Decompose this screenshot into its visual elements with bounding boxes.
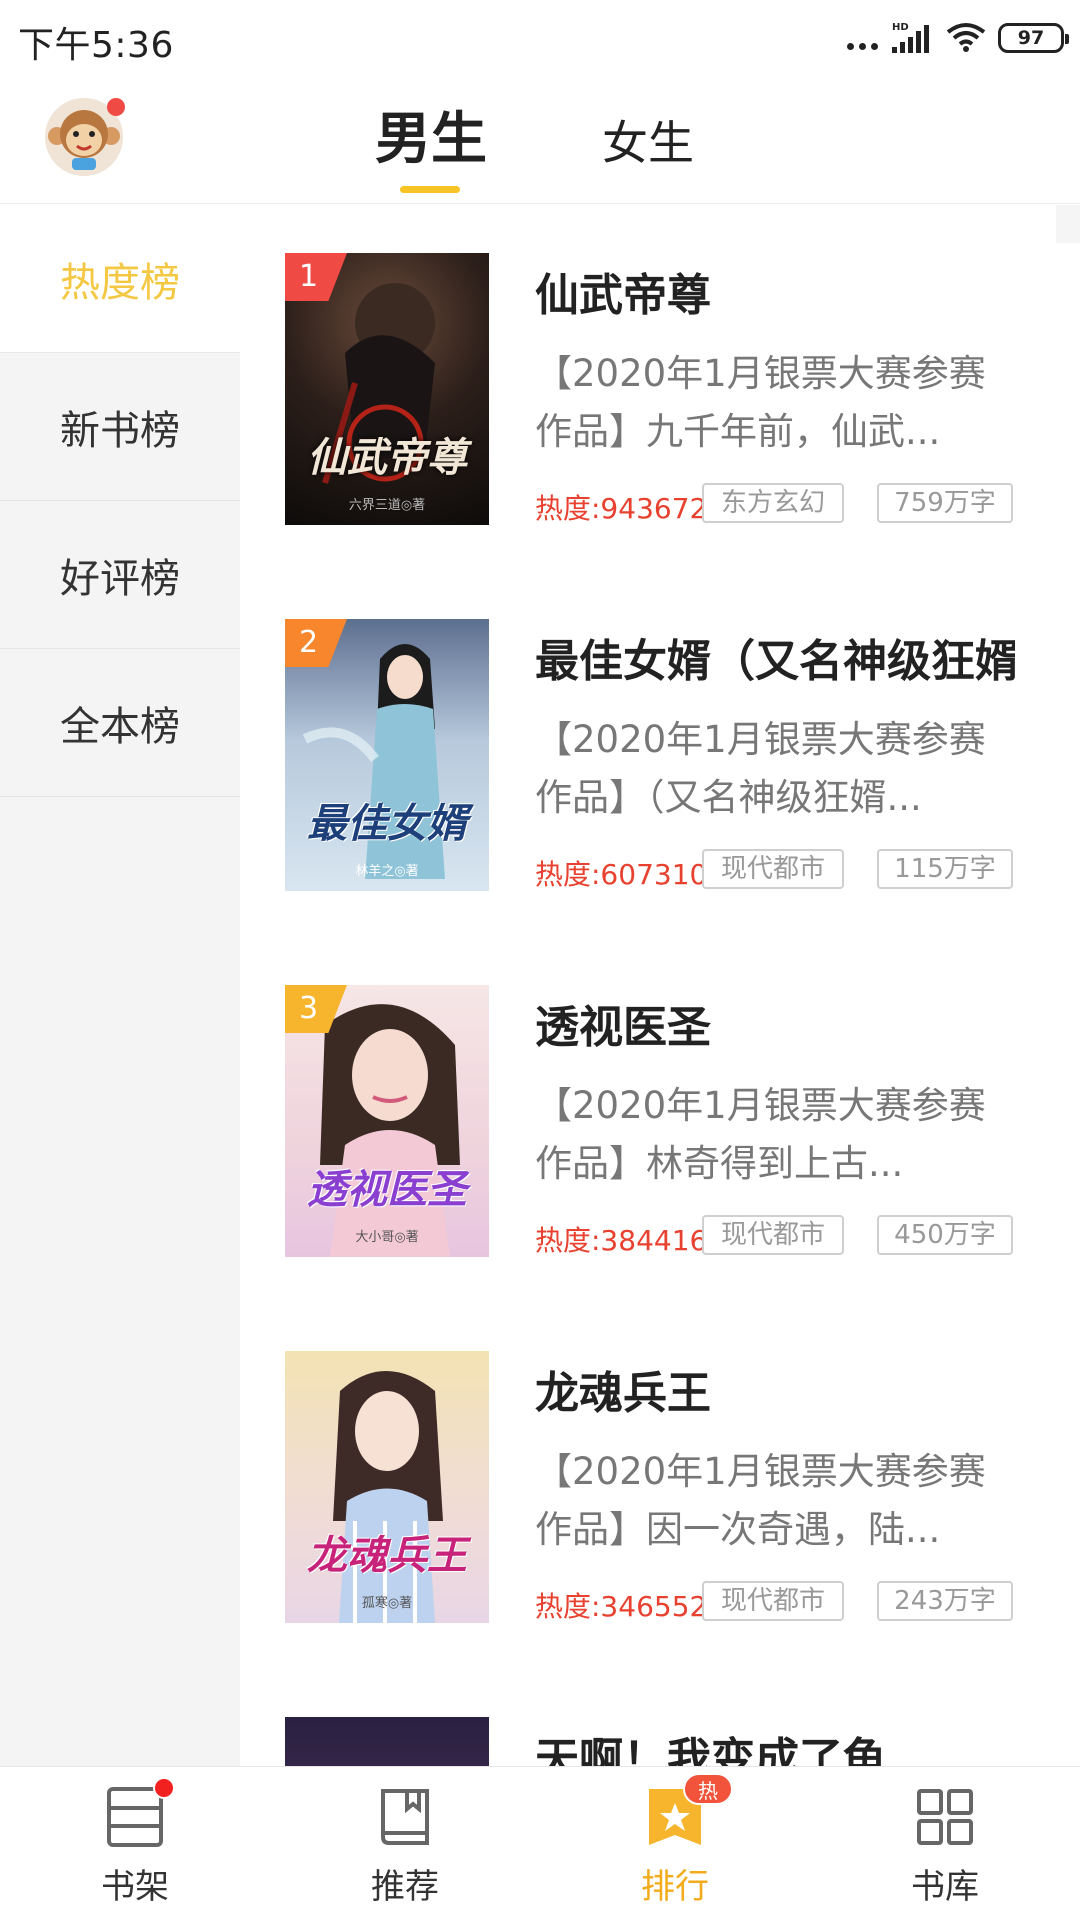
cover-author: 大小哥◎著 — [355, 1230, 419, 1245]
nav-label-recommend: 推荐 — [371, 1867, 439, 1907]
tab-male[interactable]: 男生 — [375, 94, 487, 175]
list-item[interactable]: 2 最佳女婿 林羊之◎著 最佳女婿（又名神级狂婿） 【2020年1月银票大赛参赛… — [285, 619, 1055, 891]
more-dots-icon — [847, 26, 878, 50]
nav-bookshelf[interactable]: 书架 — [0, 1767, 270, 1920]
avatar[interactable] — [45, 98, 125, 176]
heat-value: 热度:943672 — [535, 492, 708, 525]
book-meta: 热度:346552 现代都市 243万字 — [535, 1581, 1035, 1623]
book-icon — [373, 1783, 437, 1849]
nav-label-library: 书库 — [911, 1867, 979, 1907]
cover-title: 仙武帝尊 — [307, 435, 467, 481]
battery-icon: 97 — [998, 23, 1069, 53]
heat-value: 热度:607310 — [535, 858, 708, 891]
genre-tag[interactable]: 东方玄幻 — [702, 483, 844, 523]
battery-level: 97 — [1017, 27, 1045, 49]
cover-art-girl — [333, 1371, 443, 1623]
notification-dot — [107, 98, 125, 116]
book-cover[interactable]: 3 透视医圣 大小哥◎著 — [285, 985, 489, 1257]
book-title[interactable]: 最佳女婿（又名神级狂婿） — [535, 625, 1015, 689]
sidebar-item-rated[interactable]: 好评榜 — [0, 501, 240, 649]
nav-ranking[interactable]: 热 排行 — [540, 1767, 810, 1920]
book-meta: 热度:384416 现代都市 450万字 — [535, 1215, 1035, 1257]
cell-signal-icon: HD — [892, 22, 929, 53]
status-icons: HD 97 — [847, 18, 1069, 58]
nav-label-bookshelf: 书架 — [101, 1867, 169, 1907]
bottom-nav: 书架 推荐 热 排行 书库 — [0, 1766, 1080, 1920]
nav-library[interactable]: 书库 — [810, 1767, 1080, 1920]
list-item[interactable]: 3 透视医圣 大小哥◎著 透视医圣 【2020年1月银票大赛参赛作品】林奇得到上… — [285, 985, 1055, 1257]
word-count-tag: 243万字 — [877, 1581, 1013, 1621]
list-item[interactable]: 龙魂兵王 孤寒◎著 龙魂兵王 【2020年1月银票大赛参赛作品】因一次奇遇，陆.… — [285, 1351, 1055, 1623]
cover-author: 孤寒◎著 — [361, 1596, 413, 1611]
ranking-star-icon: 热 — [643, 1773, 733, 1849]
status-bar: 下午5:36 HD 97 — [0, 0, 1080, 80]
book-title[interactable]: 透视医圣 — [535, 991, 1015, 1055]
word-count-tag: 115万字 — [877, 849, 1013, 889]
status-time: 下午5:36 — [18, 25, 174, 66]
heat-value: 热度:346552 — [535, 1590, 708, 1623]
heat-value: 热度:384416 — [535, 1224, 708, 1257]
cover-title: 龙魂兵王 — [307, 1533, 467, 1579]
book-description: 【2020年1月银票大赛参赛作品】九千年前，仙武... — [535, 352, 986, 453]
book-meta: 热度:943672 东方玄幻 759万字 — [535, 483, 1035, 525]
list-item[interactable]: 1 仙武帝尊 六界三道◎著 仙武帝尊 【2020年1月银票大赛参赛作品】九千年前… — [285, 253, 1055, 525]
book-title[interactable]: 天啊！我变成了龟 — [535, 1723, 1015, 1766]
list-item[interactable]: 天啊！我变成了龟 — [285, 1717, 1055, 1766]
cover-author: 六界三道◎著 — [348, 498, 426, 513]
active-tab-indicator — [400, 186, 460, 193]
book-cover[interactable]: 1 仙武帝尊 六界三道◎著 — [285, 253, 489, 525]
genre-tag[interactable]: 现代都市 — [702, 1215, 844, 1255]
tab-female[interactable]: 女生 — [602, 107, 694, 173]
top-header: 男生 女生 — [0, 80, 1080, 204]
cover-title: 透视医圣 — [307, 1167, 467, 1213]
book-title[interactable]: 仙武帝尊 — [535, 259, 1015, 323]
genre-tag[interactable]: 现代都市 — [702, 1581, 844, 1621]
book-cover[interactable]: 龙魂兵王 孤寒◎著 — [285, 1351, 489, 1623]
book-description: 【2020年1月银票大赛参赛作品】林奇得到上古... — [535, 1084, 986, 1185]
book-title[interactable]: 龙魂兵王 — [535, 1357, 1015, 1421]
wifi-icon — [946, 23, 986, 52]
svg-text:HD: HD — [892, 22, 909, 33]
book-cover[interactable] — [285, 1717, 489, 1766]
book-meta: 热度:607310 现代都市 115万字 — [535, 849, 1035, 891]
book-description: 【2020年1月银票大赛参赛作品】因一次奇遇，陆... — [535, 1450, 986, 1551]
cover-title: 最佳女婿 — [307, 801, 467, 847]
cover-author: 林羊之◎著 — [355, 864, 419, 879]
bookshelf-badge-dot — [153, 1777, 175, 1799]
bookshelf-icon — [103, 1777, 175, 1849]
sidebar-item-complete[interactable]: 全本榜 — [0, 649, 240, 797]
grid-icon — [913, 1783, 977, 1849]
ranking-sidebar: 热度榜 新书榜 好评榜 全本榜 — [0, 205, 240, 1766]
book-list[interactable]: 1 仙武帝尊 六界三道◎著 仙武帝尊 【2020年1月银票大赛参赛作品】九千年前… — [240, 205, 1080, 1766]
scrollbar — [1056, 205, 1080, 243]
book-cover[interactable]: 2 最佳女婿 林羊之◎著 — [285, 619, 489, 891]
word-count-tag: 450万字 — [877, 1215, 1013, 1255]
nav-recommend[interactable]: 推荐 — [270, 1767, 540, 1920]
nav-label-ranking: 排行 — [641, 1867, 709, 1907]
hot-badge: 热 — [683, 1773, 733, 1805]
word-count-tag: 759万字 — [877, 483, 1013, 523]
sidebar-item-new[interactable]: 新书榜 — [0, 353, 240, 501]
sidebar-item-hot[interactable]: 热度榜 — [0, 205, 240, 353]
genre-tag[interactable]: 现代都市 — [702, 849, 844, 889]
book-description: 【2020年1月银票大赛参赛作品】（又名神级狂婿... — [535, 718, 986, 819]
